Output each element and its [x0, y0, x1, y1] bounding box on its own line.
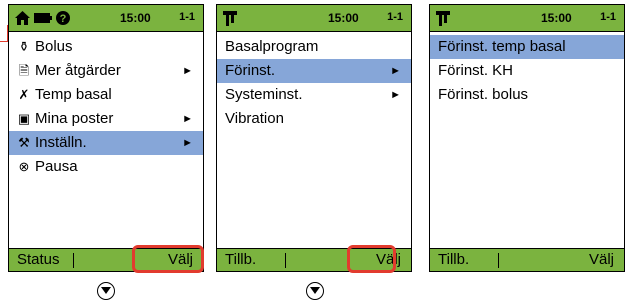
submenu-arrow-icon: ►	[182, 137, 193, 149]
menu-item-pausa[interactable]: ⊗ Pausa	[9, 155, 203, 179]
clock: 15:00	[541, 11, 572, 25]
page-indicator: 1-1	[387, 11, 403, 23]
menu-item-forinst-bolus[interactable]: Förinst. bolus	[430, 83, 624, 107]
down-button-icon[interactable]	[306, 282, 324, 300]
status-bar: ? 15:00 1-1	[9, 5, 203, 32]
status-bar: 15:00 1-1	[430, 5, 624, 32]
settings-tool-icon: ⚒	[18, 135, 30, 150]
svg-text:?: ?	[60, 13, 67, 25]
menu-item-vibration[interactable]: Vibration	[217, 107, 411, 131]
down-button-icon[interactable]	[97, 282, 115, 300]
highlight-valj-button	[347, 245, 396, 273]
document-icon: 🗎	[18, 63, 30, 78]
menu-item-basalprogram[interactable]: Basalprogram	[217, 35, 411, 59]
menu-item-mer-atgarder[interactable]: 🗎 Mer åtgärder ►	[9, 59, 203, 83]
annotation-leader-line	[0, 41, 7, 42]
softkey-tillb[interactable]: Tillb.	[225, 249, 256, 271]
pump-screen-presets-menu: 15:00 1-1 Förinst. temp basal Förinst. K…	[429, 4, 625, 272]
info-icon: ?	[56, 11, 70, 25]
menu-item-forinst[interactable]: Förinst. ►	[217, 59, 411, 83]
battery-icon	[34, 13, 52, 23]
softkey-tillb[interactable]: Tillb.	[438, 249, 469, 271]
pump-screen-settings-menu: 15:00 1-1 Basalprogram Förinst. ► System…	[216, 4, 412, 272]
menu-item-forinst-kh[interactable]: Förinst. KH	[430, 59, 624, 83]
softkey-divider	[73, 253, 74, 268]
menu-item-temp-basal[interactable]: ✗ Temp basal	[9, 83, 203, 107]
settings-menu-list: Basalprogram Förinst. ► Systeminst. ► Vi…	[217, 35, 411, 131]
softkey-valj[interactable]: Välj	[589, 249, 614, 271]
page-indicator: 1-1	[600, 11, 616, 23]
running-person-icon: ✗	[18, 87, 30, 102]
clock: 15:00	[120, 11, 151, 25]
records-icon: ▣	[17, 111, 31, 126]
home-icon	[15, 11, 30, 25]
menu-item-mina-poster[interactable]: ▣ Mina poster ►	[9, 107, 203, 131]
presets-menu-list: Förinst. temp basal Förinst. KH Förinst.…	[430, 35, 624, 107]
menu-item-bolus[interactable]: ⚱ Bolus	[9, 35, 203, 59]
submenu-arrow-icon: ►	[390, 89, 401, 101]
page-indicator: 1-1	[179, 11, 195, 23]
menu-item-installn[interactable]: ⚒ Inställn. ►	[9, 131, 203, 155]
clock: 15:00	[328, 11, 359, 25]
status-bar: 15:00 1-1	[217, 5, 411, 32]
vial-icon: ⚱	[18, 39, 30, 54]
softkey-status[interactable]: Status	[17, 249, 60, 271]
softkey-bar: Tillb. Välj	[430, 248, 624, 271]
settings-tool-icon	[436, 10, 450, 26]
submenu-arrow-icon: ►	[390, 65, 401, 77]
main-menu-list: ⚱ Bolus 🗎 Mer åtgärder ► ✗ Temp basal ▣ Mina…	[9, 35, 203, 179]
submenu-arrow-icon: ►	[182, 65, 193, 77]
softkey-divider	[285, 253, 286, 268]
settings-tool-icon	[223, 10, 237, 26]
menu-item-forinst-temp-basal[interactable]: Förinst. temp basal	[430, 35, 624, 59]
submenu-arrow-icon: ►	[182, 113, 193, 125]
pump-screen-main-menu: ? 15:00 1-1 ⚱ Bolus 🗎 Mer åtgärder ► ✗ Temp…	[8, 4, 204, 272]
highlight-valj-button	[132, 245, 204, 273]
menu-item-systeminst[interactable]: Systeminst. ►	[217, 83, 411, 107]
pause-cancel-icon: ⊗	[18, 159, 30, 174]
softkey-divider	[498, 253, 499, 268]
